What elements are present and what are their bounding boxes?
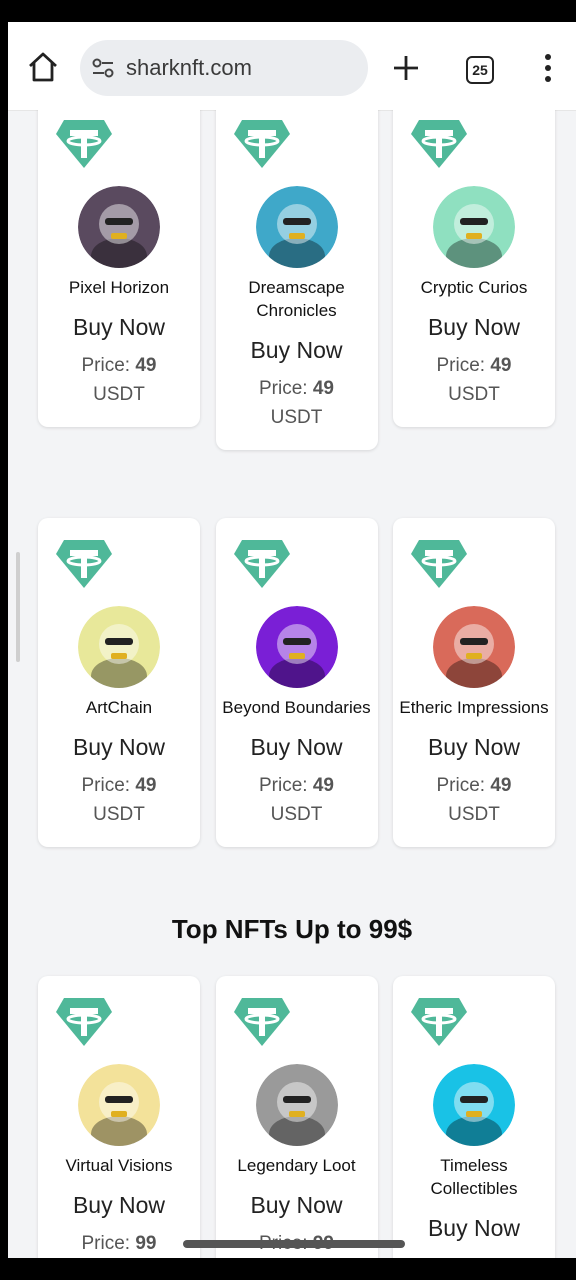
price-value: 99: [135, 1233, 157, 1254]
buy-now-button[interactable]: Buy Now: [250, 1185, 342, 1225]
tether-usdt-icon: [56, 540, 112, 588]
url-text[interactable]: sharknft.com: [126, 55, 252, 81]
browser-toolbar: sharknft.com 25: [8, 22, 576, 111]
price-currency: USDT: [270, 407, 323, 428]
buy-now-button[interactable]: Buy Now: [428, 727, 520, 767]
home-icon[interactable]: [26, 50, 60, 84]
buy-now-button[interactable]: Buy Now: [73, 1185, 165, 1225]
nft-name: Pixel Horizon: [68, 278, 170, 297]
nft-card[interactable]: Timeless Collectibles Buy Now Price: 99USD…: [393, 976, 555, 1258]
buy-now-button[interactable]: Buy Now: [428, 307, 520, 347]
tether-usdt-icon: [233, 998, 290, 1046]
nft-card[interactable]: Cryptic Curios Buy Now Price: 49 USDT: [393, 110, 555, 427]
nft-card[interactable]: Pixel Horizon Buy Now Price: 49 USDT: [38, 110, 200, 427]
nft-avatar-image[interactable]: [78, 1064, 160, 1146]
buy-now-button[interactable]: Buy Now: [250, 727, 342, 767]
price-label: Price:: [81, 355, 131, 376]
buy-now-button[interactable]: Buy Now: [73, 727, 165, 767]
nft-price: Price: 99USDT: [69, 1229, 169, 1258]
price-value: 49: [490, 775, 512, 796]
nft-name: Etheric Impressions: [399, 698, 549, 717]
nft-card[interactable]: Virtual Visions Buy Now Price: 99USDT: [38, 976, 200, 1258]
nft-avatar-image[interactable]: [78, 606, 160, 688]
price-label: Price:: [436, 355, 486, 376]
price-label: Price:: [259, 775, 308, 796]
nft-price: Price: 49 USDT: [247, 374, 347, 450]
nft-card[interactable]: Beyond Boundaries Buy Now Price: 49 USDT: [215, 518, 378, 847]
tab-switcher-button[interactable]: 25: [466, 56, 494, 84]
price-currency: USDT: [93, 384, 145, 405]
scrollbar[interactable]: [16, 552, 20, 662]
nft-price: Price: 49 USDT: [424, 771, 524, 847]
price-label: Price:: [437, 1256, 486, 1258]
nft-name: Virtual Visions: [65, 1156, 173, 1175]
nft-avatar-image[interactable]: [433, 606, 515, 688]
nft-name: Beyond Boundaries: [222, 698, 371, 717]
nft-row-2: ArtChain Buy Now Price: 49 USDT Beyond Bound…: [38, 518, 555, 847]
price-value: 49: [135, 775, 157, 796]
buy-now-button[interactable]: Buy Now: [250, 330, 342, 370]
nft-card[interactable]: ArtChain Buy Now Price: 49 USDT: [38, 518, 200, 847]
price-label: Price:: [81, 775, 131, 796]
new-tab-icon[interactable]: [392, 54, 420, 82]
site-settings-icon[interactable]: [90, 55, 116, 81]
nft-card[interactable]: Dreamscape Chronicles Buy Now Price: 49 USD…: [215, 110, 378, 450]
nft-card[interactable]: Etheric Impressions Buy Now Price: 49 USDT: [393, 518, 555, 847]
nft-avatar-image[interactable]: [255, 186, 338, 268]
nft-name: ArtChain: [85, 698, 153, 717]
price-label: Price:: [436, 775, 486, 796]
tether-usdt-icon: [56, 998, 112, 1046]
nft-name: Legendary Loot: [237, 1156, 356, 1175]
tether-usdt-icon: [233, 120, 290, 168]
price-label: Price:: [81, 1233, 131, 1254]
nft-price: Price: 99USDT: [424, 1252, 524, 1258]
price-currency: USDT: [93, 804, 145, 825]
nft-price: Price: 49 USDT: [247, 771, 347, 847]
price-value: 49: [312, 775, 334, 796]
nft-avatar-image[interactable]: [255, 1064, 338, 1146]
nft-price: Price: 49 USDT: [424, 351, 524, 427]
phone-screen: sharknft.com 25 Pixel Horizon Buy Now Pric…: [8, 22, 576, 1258]
tether-usdt-icon: [233, 540, 290, 588]
nft-price: Price: 49 USDT: [69, 771, 169, 847]
nft-name: Timeless Collectibles: [430, 1156, 518, 1198]
address-bar[interactable]: sharknft.com: [80, 40, 368, 96]
nft-avatar-image[interactable]: [433, 1064, 515, 1146]
tether-usdt-icon: [411, 998, 467, 1046]
gesture-navigation-bar[interactable]: [183, 1240, 405, 1248]
nft-price: Price: 49 USDT: [69, 351, 169, 427]
price-value: 49: [312, 378, 334, 399]
nft-avatar-image[interactable]: [255, 606, 338, 688]
nft-row-1: Pixel Horizon Buy Now Price: 49 USDT Dreamsc…: [38, 110, 555, 450]
nft-avatar-image[interactable]: [433, 186, 515, 268]
nft-avatar-image[interactable]: [78, 186, 160, 268]
section-title: Top NFTs Up to 99$: [171, 914, 413, 944]
nft-card[interactable]: Legendary LootBuy NowPrice: 99USDT: [215, 976, 378, 1258]
price-label: Price:: [259, 378, 308, 399]
nft-name: Dreamscape Chronicles: [248, 278, 345, 320]
page-content[interactable]: Pixel Horizon Buy Now Price: 49 USDT Dreamsc…: [8, 110, 576, 1258]
price-value: 49: [135, 355, 157, 376]
nft-name: Cryptic Curios: [420, 278, 528, 297]
buy-now-button[interactable]: Buy Now: [73, 307, 165, 347]
buy-now-button[interactable]: Buy Now: [428, 1208, 520, 1248]
more-menu-icon[interactable]: [538, 52, 558, 84]
tab-count: 25: [472, 62, 488, 78]
tether-usdt-icon: [56, 120, 112, 168]
price-currency: USDT: [448, 384, 500, 405]
tether-usdt-icon: [411, 540, 467, 588]
price-value: 99: [490, 1256, 511, 1258]
price-currency: USDT: [448, 804, 500, 825]
nft-row-3: Virtual Visions Buy Now Price: 99USDT Legen…: [38, 976, 555, 1258]
price-currency: USDT: [270, 804, 323, 825]
price-value: 49: [490, 355, 512, 376]
tether-usdt-icon: [411, 120, 467, 168]
